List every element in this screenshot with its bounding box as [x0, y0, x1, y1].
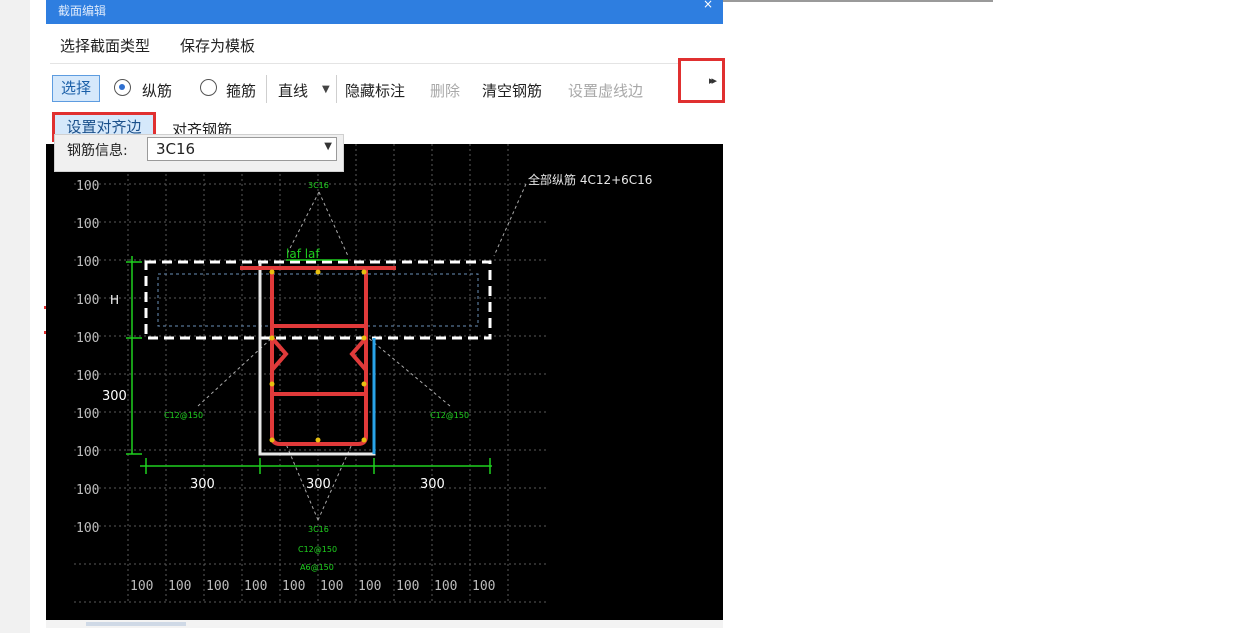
grid-label: 100 [358, 579, 381, 594]
section-editor-window: 截面编辑 × 选择截面类型 保存为模板 选择 纵筋 箍筋 直线 ▼ 隐藏标注 删… [46, 0, 723, 628]
longitudinal-label[interactable]: 纵筋 [142, 80, 172, 101]
grid-label: 100 [76, 483, 99, 498]
chevron-down-icon[interactable]: ▼ [324, 136, 332, 158]
toolbar: 选择 纵筋 箍筋 直线 ▼ 隐藏标注 删除 清空钢筋 设置虚线边 [50, 71, 719, 107]
bottom-scrollbar[interactable] [46, 620, 723, 628]
grid-label: 100 [76, 255, 99, 270]
section-drawing[interactable]: 100 100 100 100 100 100 100 100 100 100 … [46, 144, 723, 620]
left-panel-strip [0, 0, 30, 633]
line-type-dropdown[interactable]: 直线 [278, 80, 308, 101]
grid-label: 100 [472, 579, 495, 594]
toolbar-divider [266, 75, 267, 103]
close-icon[interactable]: × [703, 0, 713, 11]
select-button[interactable]: 选择 [52, 75, 100, 102]
grid-label: 100 [206, 579, 229, 594]
rebar-info-input[interactable]: 3C16 ▼ [147, 137, 337, 161]
longitudinal-radio[interactable] [114, 79, 131, 96]
grid-label: 100 [76, 445, 99, 460]
title-bar: 截面编辑 × [46, 0, 723, 24]
bottom-rebar-label: 3C16 [308, 525, 329, 534]
grid-label: 100 [130, 579, 153, 594]
menu-select-section-type[interactable]: 选择截面类型 [60, 35, 150, 56]
leader-lines [197, 183, 527, 521]
grid-label: 100 [282, 579, 305, 594]
double-chevron-right-icon: ▸▸ [709, 74, 717, 87]
toolbar-divider [336, 75, 337, 103]
hide-annotation-button[interactable]: 隐藏标注 [345, 80, 405, 101]
window-title: 截面编辑 [58, 4, 107, 18]
bottom-dimension: 300 [420, 477, 445, 492]
menu-save-as-template[interactable]: 保存为模板 [180, 35, 255, 56]
bottom-dimension: 300 [306, 477, 331, 492]
stirrup-radio[interactable] [200, 79, 217, 96]
grid-label: 100 [76, 179, 99, 194]
right-stirrup-label: C12@150 [430, 411, 469, 420]
grid-label: 100 [434, 579, 457, 594]
grid-label: 100 [76, 331, 99, 346]
grid-label: 100 [76, 217, 99, 232]
height-label: H [110, 293, 119, 307]
clear-rebar-button[interactable]: 清空钢筋 [482, 80, 542, 101]
grid-label: 100 [244, 579, 267, 594]
anchorage-label: laf laf [286, 247, 320, 261]
rebar-info-value: 3C16 [156, 140, 196, 158]
stirrup-label[interactable]: 箍筋 [226, 80, 256, 101]
menu-bar: 选择截面类型 保存为模板 [50, 27, 719, 64]
grid-label: 100 [76, 407, 99, 422]
grid-label: 100 [76, 521, 99, 536]
all-rebar-note: 全部纵筋 4C12+6C16 [528, 172, 652, 187]
left-grid-labels: 100 100 100 100 100 100 100 100 100 100 [76, 179, 99, 536]
bottom-stirrup-label: C12@150 [298, 545, 337, 554]
bottom-tie-label: A6@150 [300, 563, 334, 572]
grid-label: 100 [76, 369, 99, 384]
left-stirrup-label: C12@150 [164, 411, 203, 420]
grid-label: 100 [320, 579, 343, 594]
dimension-lines [126, 256, 492, 474]
rebar-info-panel: 钢筋信息: 3C16 ▼ [54, 134, 344, 172]
left-dimension: 300 [102, 389, 127, 404]
chevron-down-icon[interactable]: ▼ [322, 84, 330, 95]
grid-label: 100 [76, 293, 99, 308]
rebar-info-label: 钢筋信息: [67, 143, 128, 159]
top-rebar-label: 3C16 [308, 181, 329, 190]
drawing-canvas[interactable]: 100 100 100 100 100 100 100 100 100 100 … [46, 144, 723, 620]
set-dashed-edge-button[interactable]: 设置虚线边 [568, 80, 643, 101]
grid-label: 100 [396, 579, 419, 594]
more-tools-button[interactable]: ▸▸ [678, 58, 725, 103]
grid-label: 100 [168, 579, 191, 594]
bottom-dimension: 300 [190, 477, 215, 492]
scrollbar-thumb[interactable] [86, 622, 186, 626]
bottom-grid-labels: 100 100 100 100 100 100 100 100 100 100 [130, 579, 495, 594]
background-grid [74, 144, 546, 604]
delete-button[interactable]: 删除 [430, 80, 460, 101]
